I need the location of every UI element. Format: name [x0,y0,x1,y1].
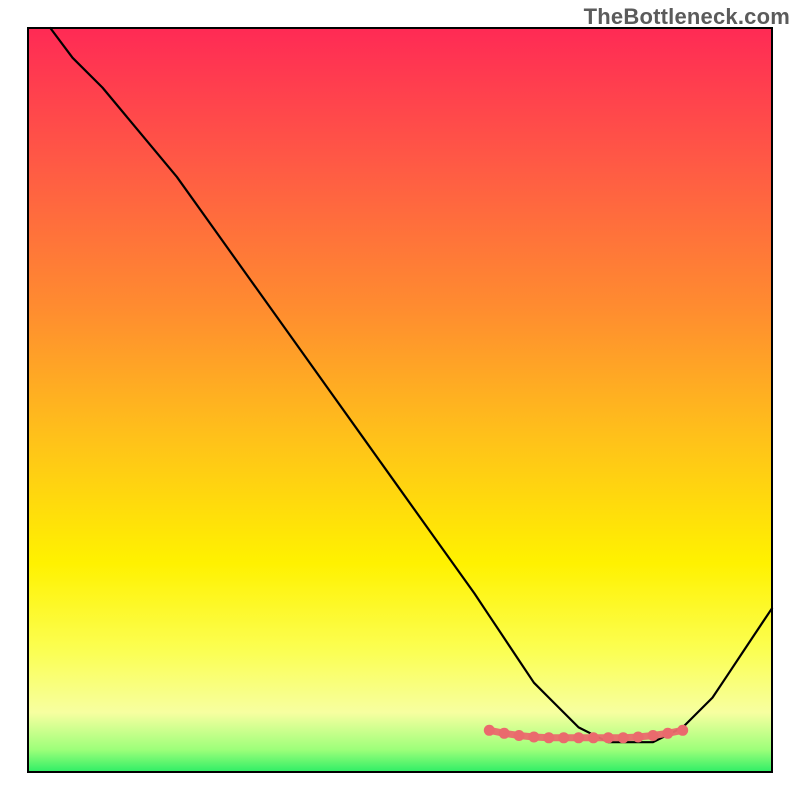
highlight-dot [677,725,688,736]
highlight-dot [484,725,495,736]
highlight-dot [528,732,539,743]
highlight-dot [603,732,614,743]
highlight-dot [514,730,525,741]
highlight-dot [633,732,644,743]
highlight-dot [662,728,673,739]
highlight-dot [573,732,584,743]
highlight-dot [588,732,599,743]
highlight-dot [499,728,510,739]
highlight-dot [618,732,629,743]
chart-svg [0,0,800,800]
highlight-dot [558,732,569,743]
chart-background [28,28,772,772]
highlight-dot [543,732,554,743]
chart-stage: TheBottleneck.com [0,0,800,800]
highlight-dot [648,730,659,741]
